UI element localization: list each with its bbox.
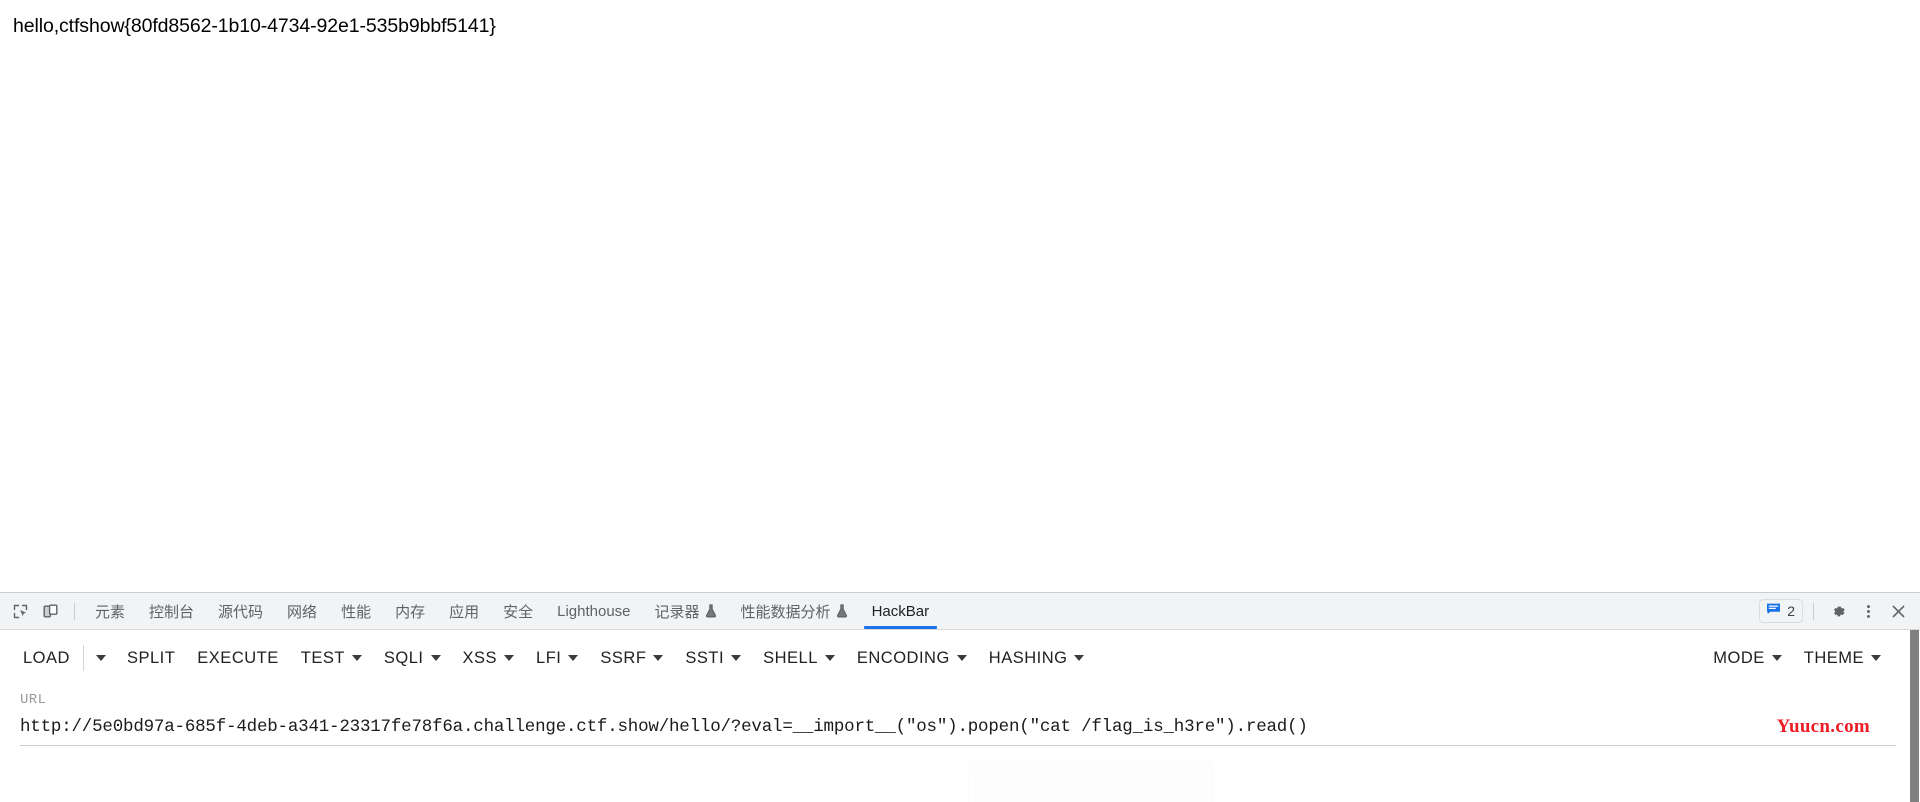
url-input[interactable]: http://5e0bd97a-685f-4deb-a341-23317fe78… (20, 716, 1896, 746)
gear-icon[interactable] (1824, 597, 1852, 625)
flask-icon (705, 604, 717, 618)
hackbar-button-0[interactable]: MODE (1702, 641, 1793, 676)
close-icon[interactable] (1884, 597, 1912, 625)
devtools-tab-5[interactable]: 内存 (383, 593, 437, 629)
devtools-tab-label: 安全 (503, 603, 534, 621)
hackbar-button-4[interactable]: SQLI (373, 641, 452, 676)
hackbar-panel: LOAD SPLIT EXECUTE TEST SQLI XSS LFI SSRF SSTI SH… (0, 630, 1920, 802)
devtools-tab-6[interactable]: 应用 (437, 593, 491, 629)
devtools-tab-11[interactable]: HackBar (860, 593, 942, 629)
message-icon (1766, 602, 1781, 620)
hackbar-button-label: LFI (536, 648, 562, 667)
devtools-tab-9[interactable]: 记录器 (643, 593, 729, 629)
hackbar-scrollbar-thumb[interactable] (1910, 630, 1919, 802)
devtools-tab-4[interactable]: 性能 (329, 593, 383, 629)
chevron-down-icon (956, 655, 967, 661)
watermark: Yuucn.com (1776, 716, 1870, 737)
hackbar-button-1[interactable]: THEME (1793, 641, 1892, 676)
caret-glyph (95, 655, 106, 661)
hackbar-button-label: XSS (462, 648, 498, 667)
hackbar-button-label: SSTI (685, 648, 725, 667)
hackbar-button-label: HASHING (988, 648, 1068, 667)
toolbar-divider (74, 602, 75, 620)
devtools-tab-8[interactable]: Lighthouse (545, 593, 642, 629)
hackbar-button-5[interactable]: XSS (452, 641, 526, 676)
chevron-down-icon (568, 655, 579, 661)
chevron-down-icon (653, 655, 664, 661)
hackbar-button-label: ENCODING (856, 648, 950, 667)
devtools-tab-list: 元素 控制台 源代码 网络 性能 内存 应用 安全 Lighthouse 记录器 性能数据分析 Hac… (83, 593, 1759, 629)
hackbar-split-button-0: LOAD (12, 641, 116, 676)
devtools-tab-label: 内存 (395, 603, 426, 621)
hackbar-button-0[interactable]: LOAD (12, 641, 81, 676)
devtools-tabbar: 元素 控制台 源代码 网络 性能 内存 应用 安全 Lighthouse 记录器 性能数据分析 Hac… (0, 593, 1920, 630)
hackbar-body-area (0, 746, 1920, 802)
hackbar-button-9[interactable]: SHELL (752, 641, 846, 676)
devtools-panel: 元素 控制台 源代码 网络 性能 内存 应用 安全 Lighthouse 记录器 性能数据分析 Hac… (0, 592, 1920, 802)
hackbar-button-3[interactable]: TEST (290, 641, 373, 676)
devtools-tab-2[interactable]: 源代码 (206, 593, 275, 629)
right-controls-divider (1813, 602, 1814, 620)
hackbar-button-6[interactable]: LFI (525, 641, 589, 676)
chevron-down-icon (1871, 655, 1881, 661)
hackbar-button-label: EXECUTE (197, 648, 279, 667)
chevron-down-icon (1771, 655, 1782, 661)
devtools-tabbar-left (0, 593, 83, 629)
body-field-box[interactable] (968, 761, 1214, 802)
url-field-group: URL http://5e0bd97a-685f-4deb-a341-23317… (0, 686, 1920, 746)
devtools-tab-label: HackBar (871, 602, 930, 620)
hackbar-button-label: SHELL (763, 648, 818, 667)
chevron-down-icon (430, 655, 441, 661)
hackbar-toolbar: LOAD SPLIT EXECUTE TEST SQLI XSS LFI SSRF SSTI SH… (0, 630, 1920, 686)
hackbar-button-7[interactable]: SSRF (589, 641, 674, 676)
console-message-badge[interactable]: 2 (1759, 599, 1803, 623)
device-toolbar-icon[interactable] (36, 597, 64, 625)
hackbar-button-10[interactable]: ENCODING (846, 641, 978, 676)
hackbar-button-label: THEME (1803, 648, 1864, 667)
hackbar-button-label: TEST (300, 648, 345, 667)
chevron-down-icon (731, 655, 742, 661)
devtools-tab-3[interactable]: 网络 (275, 593, 329, 629)
page-viewport: hello,ctfshow{80fd8562-1b10-4734-92e1-53… (0, 0, 1920, 592)
devtools-tab-label: 元素 (95, 603, 126, 621)
hackbar-button-label: SQLI (383, 648, 424, 667)
chevron-down-icon (824, 655, 835, 661)
chevron-down-icon (1074, 655, 1085, 661)
url-field-label: URL (20, 692, 47, 708)
inspect-element-icon[interactable] (6, 597, 34, 625)
browser-window: hello,ctfshow{80fd8562-1b10-4734-92e1-53… (0, 0, 1920, 802)
hackbar-button-label: MODE (1713, 648, 1765, 667)
devtools-tab-1[interactable]: 控制台 (137, 593, 206, 629)
devtools-tab-10[interactable]: 性能数据分析 (729, 593, 860, 629)
hackbar-split-divider (82, 645, 84, 671)
hackbar-button-11[interactable]: HASHING (978, 641, 1096, 676)
chevron-down-icon[interactable] (86, 647, 116, 669)
hackbar-button-2[interactable]: EXECUTE (186, 641, 289, 676)
hackbar-button-label: SPLIT (126, 648, 176, 667)
hackbar-toolbar-left: LOAD SPLIT EXECUTE TEST SQLI XSS LFI SSRF SSTI SH… (12, 641, 1095, 676)
devtools-tab-label: 源代码 (218, 603, 264, 621)
hackbar-button-label: SSRF (600, 648, 647, 667)
devtools-tab-label: 记录器 (654, 603, 700, 621)
hackbar-toolbar-right: MODE THEME (1702, 641, 1920, 676)
devtools-tab-7[interactable]: 安全 (491, 593, 545, 629)
devtools-tab-label: 网络 (287, 603, 318, 621)
devtools-tabbar-right: 2 (1759, 593, 1920, 629)
chevron-down-icon (504, 655, 515, 661)
devtools-tab-label: 控制台 (149, 603, 195, 621)
devtools-tab-label: Lighthouse (557, 602, 631, 620)
flask-icon (836, 604, 848, 618)
page-response-text: hello,ctfshow{80fd8562-1b10-4734-92e1-53… (13, 15, 496, 37)
devtools-tab-label: 性能数据分析 (740, 603, 831, 621)
chevron-down-icon (351, 655, 362, 661)
hackbar-scrollbar[interactable] (1909, 630, 1920, 802)
hackbar-button-1[interactable]: SPLIT (116, 641, 186, 676)
message-count: 2 (1787, 603, 1795, 619)
kebab-menu-icon[interactable] (1854, 597, 1882, 625)
devtools-tab-label: 应用 (449, 603, 480, 621)
hackbar-button-8[interactable]: SSTI (674, 641, 752, 676)
hackbar-button-label: LOAD (23, 648, 70, 667)
devtools-tab-label: 性能 (341, 603, 372, 621)
devtools-tab-0[interactable]: 元素 (83, 593, 137, 629)
